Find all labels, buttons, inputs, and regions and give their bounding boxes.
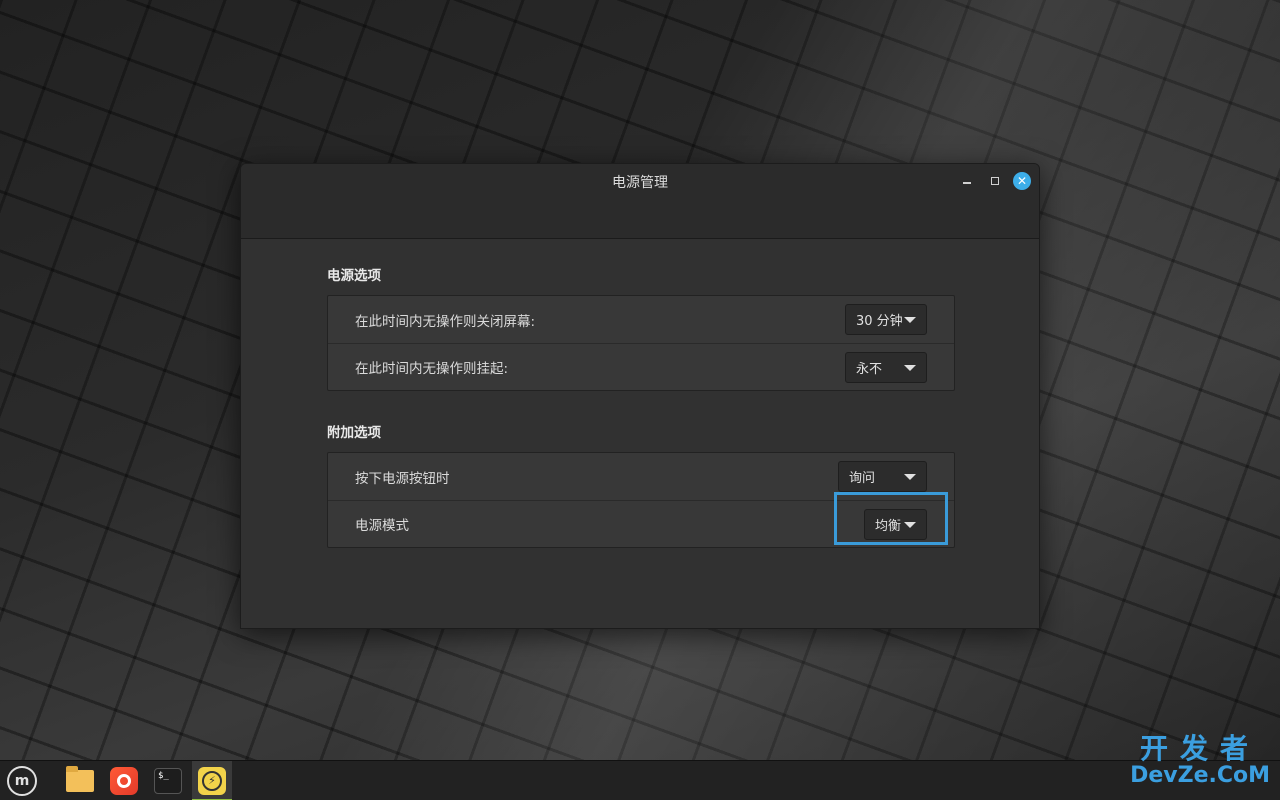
watermark-en: DevZe.CoM (1130, 763, 1270, 788)
dropdown-arrow-icon (904, 521, 916, 528)
lightning-icon: ⚡ (202, 770, 222, 791)
power-mode-row: 电源模式 均衡 (328, 500, 954, 547)
minimize-icon (963, 182, 971, 184)
files-launcher[interactable] (60, 761, 100, 800)
menu-button[interactable]: m (2, 761, 42, 800)
watermark: 开发者 DevZe.CoM (1130, 735, 1270, 787)
dropdown-arrow-icon (904, 364, 916, 371)
dropdown-arrow-icon (904, 473, 916, 480)
suspend-row: 在此时间内无操作则挂起: 永不 (328, 343, 954, 390)
screen-off-label: 在此时间内无操作则关闭屏幕: (355, 313, 536, 330)
power-mode-value: 均衡 (875, 519, 902, 534)
power-mode-dropdown[interactable]: 均衡 (864, 509, 927, 540)
power-manager-task[interactable]: ⚡ (192, 760, 232, 800)
extra-options-frame: 按下电源按钮时 询问 电源模式 均衡 (327, 452, 955, 548)
taskbar: m $_ ⚡ (0, 760, 1280, 800)
power-button-row: 按下电源按钮时 询问 (328, 453, 954, 500)
titlebar: 电源管理 ✕ (241, 164, 1039, 239)
screen-off-value: 30 分钟 (856, 314, 903, 329)
suspend-value: 永不 (856, 362, 883, 377)
power-options-heading: 电源选项 (327, 268, 381, 284)
extra-options-heading: 附加选项 (327, 425, 381, 441)
settings-content: 电源选项 在此时间内无操作则关闭屏幕: 30 分钟 在此时间内无操作则挂起: 永… (327, 264, 955, 548)
power-management-window: 电源管理 ✕ 电源选项 在此时间内无操作则关闭屏幕: 30 分钟 在此时间内无操… (240, 163, 1040, 629)
power-manager-icon: ⚡ (198, 766, 226, 795)
screen-off-row: 在此时间内无操作则关闭屏幕: 30 分钟 (328, 296, 954, 343)
maximize-icon (991, 177, 999, 185)
terminal-launcher[interactable]: $_ (148, 761, 188, 800)
screen-off-dropdown[interactable]: 30 分钟 (845, 304, 927, 335)
suspend-dropdown[interactable]: 永不 (845, 352, 927, 383)
window-title: 电源管理 (612, 175, 668, 191)
close-button[interactable]: ✕ (1013, 172, 1031, 190)
power-button-dropdown[interactable]: 询问 (838, 461, 927, 492)
power-options-frame: 在此时间内无操作则关闭屏幕: 30 分钟 在此时间内无操作则挂起: 永不 (327, 295, 955, 391)
folder-icon (66, 765, 94, 792)
terminal-icon: $_ (154, 767, 182, 794)
power-button-label: 按下电源按钮时 (355, 470, 450, 487)
mint-logo-icon: m (7, 765, 37, 796)
firefox-launcher[interactable] (104, 761, 144, 800)
firefox-icon (110, 766, 138, 795)
suspend-label: 在此时间内无操作则挂起: (355, 361, 509, 377)
minimize-button[interactable] (958, 172, 976, 190)
maximize-button[interactable] (986, 172, 1004, 190)
power-mode-label: 电源模式 (355, 518, 409, 534)
close-icon: ✕ (1016, 174, 1028, 188)
dropdown-arrow-icon (904, 316, 916, 323)
power-button-value: 询问 (849, 471, 876, 486)
watermark-cn: 开发者 (1140, 732, 1261, 765)
